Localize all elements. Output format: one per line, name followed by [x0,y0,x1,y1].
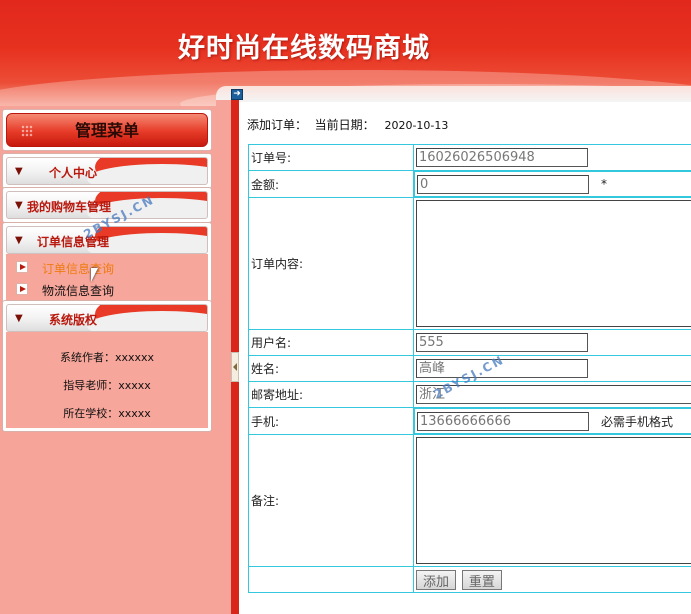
current-date: 2020-10-13 [384,119,449,132]
page-heading: 添加订单： 当前日期： 2020-10-13 [247,116,448,133]
triangle-down-icon: ▼ [15,200,23,211]
address-input[interactable]: 浙江 [416,385,691,404]
phone-label: 手机: [248,407,414,435]
advisor-line: 指导老师：xxxxx [63,379,151,392]
menu-group-head-copyright[interactable]: ▼ 系统版权 [6,304,208,332]
menu-group-label: 系统版权 [49,313,98,327]
reset-button[interactable]: 重置 [461,569,502,590]
menu-group-head-personal[interactable]: ▼ 个人中心 [6,157,208,185]
triangle-down-icon: ▼ [15,235,23,246]
menu-item-label: 订单信息查询 [42,262,115,276]
page-title: 添加订单： 当前日期： [247,118,375,132]
main-content: 添加订单： 当前日期： 2020-10-13 订单号: 160260265069… [239,102,691,614]
phone-input[interactable]: 13666666666 [417,411,589,431]
menu-group-orders: ▼ 订单信息管理 订单信息查询 物流信息查询 [2,222,212,304]
required-marker: * [601,177,607,191]
menu-title: 管理菜单 [6,113,208,147]
menu-group-head-orders[interactable]: ▼ 订单信息管理 [6,226,208,254]
content-label: 订单内容: [248,197,414,330]
remark-label: 备注: [248,434,414,567]
menu-group-cart: ▼ 我的购物车管理 [2,187,212,223]
menu-group-head-cart[interactable]: ▼ 我的购物车管理 [6,191,208,219]
phone-hint: 必需手机格式 [601,414,674,429]
menu-group-label: 个人中心 [49,166,98,180]
content-topbar [216,86,691,102]
add-button[interactable]: 添加 [416,569,457,590]
menu-item-label: 物流信息查询 [42,284,115,298]
order-form: 订单号: 16026026506948 金额: 0 * 订单内容: 用户名: 5… [248,144,691,593]
mouse-cursor-icon [91,268,98,282]
triangle-down-icon: ▼ [15,166,23,177]
menu-group-personal: ▼ 个人中心 [2,153,212,189]
username-input[interactable]: 555 [416,333,588,352]
sidebar: 管理菜单 ▼ 个人中心 ▼ 我的购物车管理 ▼ 订单信息管理 订单信息查询 物流… [0,106,216,614]
username-label: 用户名: [248,329,414,356]
school-line: 所在学校：xxxxx [63,407,151,420]
triangle-down-icon: ▼ [15,313,23,324]
author-line: 系统作者：xxxxxx [59,351,155,364]
menu-item-logistics-query[interactable]: 物流信息查询 [6,278,208,300]
content-textarea[interactable] [416,200,691,327]
collapse-sidebar-handle[interactable] [231,352,239,382]
order-no-label: 订单号: [248,144,414,171]
amount-label: 金额: [248,170,414,198]
name-label: 姓名: [248,355,414,382]
arrow-right-icon[interactable]: ➜ [231,89,243,100]
menu-group-copyright: ▼ 系统版权 系统作者：xxxxxx 指导老师：xxxxx 所在学校：xxxxx [2,300,212,432]
menu-item-order-query[interactable]: 订单信息查询 [6,256,208,278]
address-label: 邮寄地址: [248,381,414,408]
remark-textarea[interactable] [416,437,691,564]
triangle-right-icon [16,261,28,273]
dots-icon [21,125,33,137]
triangle-right-icon [16,283,28,295]
menu-group-label: 订单信息管理 [37,235,110,249]
menu-title-box: 管理菜单 [2,109,212,151]
order-no-input[interactable]: 16026026506948 [416,148,588,167]
site-title: 好时尚在线数码商城 [178,33,430,64]
amount-input[interactable]: 0 [417,174,589,194]
name-input[interactable]: 高峰 [416,359,588,378]
menu-title-label: 管理菜单 [74,121,139,140]
menu-group-label: 我的购物车管理 [27,200,112,214]
